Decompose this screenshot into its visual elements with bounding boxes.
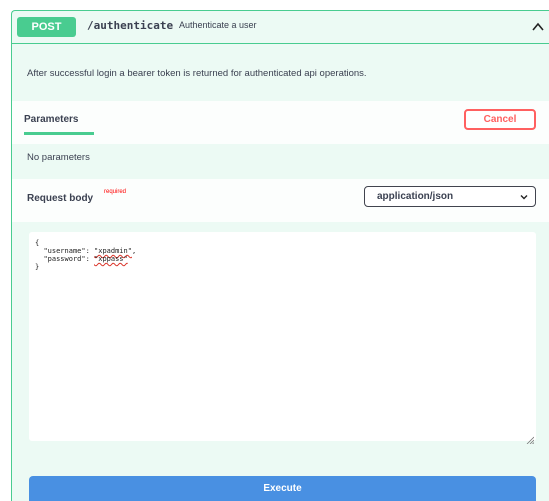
json-open-brace: {	[35, 239, 40, 247]
parameters-header: Parameters Cancel	[12, 101, 549, 144]
cancel-button[interactable]: Cancel	[464, 109, 536, 130]
no-parameters-text: No parameters	[27, 152, 90, 163]
password-value: "xppass"	[94, 255, 128, 263]
json-close-brace: }	[35, 263, 40, 271]
username-key: "username":	[43, 247, 95, 255]
execute-button[interactable]: Execute	[29, 476, 536, 501]
method-badge: POST	[17, 17, 76, 37]
request-body-label: Request body	[27, 193, 94, 204]
content-type-select[interactable]: application/json	[364, 186, 536, 207]
operation-summary[interactable]: POST /authenticate Authenticate a user	[12, 11, 549, 44]
tab-active-indicator	[24, 132, 94, 135]
chevron-up-icon[interactable]	[530, 19, 546, 35]
resize-handle-icon[interactable]	[526, 431, 535, 445]
required-marker: required	[104, 189, 127, 195]
request-body-code: { "username": "xpadmin", "password": "xp…	[35, 239, 137, 271]
tab-parameters[interactable]: Parameters	[24, 114, 78, 125]
operation-path: /authenticate	[87, 19, 174, 32]
request-body-editor[interactable]: { "username": "xpadmin", "password": "xp…	[29, 232, 536, 445]
username-value: "xpadmin"	[94, 247, 132, 255]
operation-description: After successful login a bearer token is…	[27, 68, 367, 79]
password-key: "password":	[43, 255, 95, 263]
content-type-value: application/json	[377, 191, 454, 202]
chevron-down-icon	[519, 192, 529, 202]
operation-summary-text: Authenticate a user	[179, 20, 257, 30]
operation-block-post-authenticate: POST /authenticate Authenticate a user A…	[11, 10, 549, 501]
